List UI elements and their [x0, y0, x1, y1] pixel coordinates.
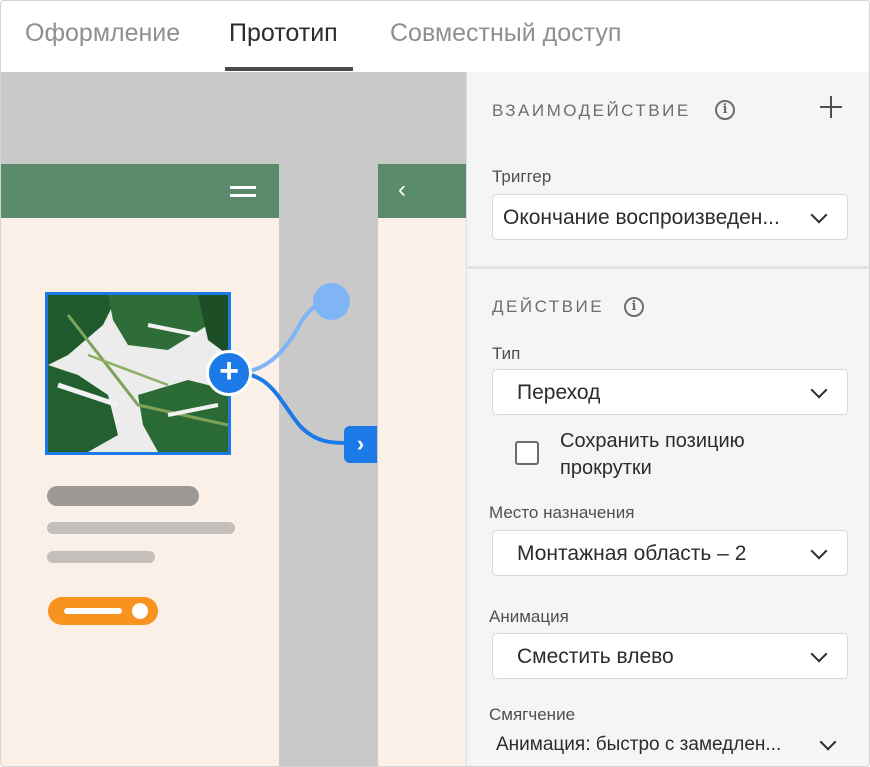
- trigger-label: Триггер: [492, 167, 552, 186]
- destination-dropdown[interactable]: Монтажная область – 2: [492, 530, 848, 576]
- easing-value: Анимация: быстро с замедлен...: [496, 734, 782, 755]
- info-icon[interactable]: i: [715, 100, 735, 120]
- chevron-down-icon: [810, 206, 828, 224]
- action-section-title: ДЕЙСТВИЕ: [492, 297, 605, 316]
- add-icon[interactable]: [820, 96, 842, 118]
- tab-prototype[interactable]: Прототип: [229, 19, 338, 48]
- app-window: Оформление Прототип Совместный доступ ‹: [0, 0, 870, 767]
- mode-tabs: Оформление Прототип Совместный доступ: [1, 1, 869, 72]
- animation-label: Анимация: [489, 607, 569, 626]
- design-canvas[interactable]: ‹ + ›: [1, 72, 466, 766]
- trigger-value: Окончание воспроизведен...: [503, 206, 780, 229]
- section-divider: [467, 266, 869, 269]
- interaction-wires: [238, 300, 347, 445]
- type-dropdown[interactable]: Переход: [492, 369, 848, 415]
- animation-dropdown[interactable]: Сместить влево: [492, 633, 848, 679]
- wire-endpoint-dot[interactable]: [313, 283, 350, 320]
- destination-arrow-icon[interactable]: ›: [344, 426, 377, 463]
- tab-design[interactable]: Оформление: [25, 19, 180, 48]
- info-icon[interactable]: i: [624, 297, 644, 317]
- animation-value: Сместить влево: [517, 645, 674, 668]
- light-wire: [238, 300, 330, 374]
- type-label: Тип: [492, 344, 521, 363]
- type-value: Переход: [517, 381, 601, 404]
- preserve-scroll-checkbox[interactable]: [515, 441, 539, 465]
- easing-label: Смягчение: [489, 705, 576, 724]
- interaction-section-title: ВЗАИМОДЕЙСТВИЕ: [492, 101, 691, 120]
- properties-panel: ВЗАИМОДЕЙСТВИЕ i Триггер Окончание воспр…: [466, 72, 869, 766]
- tab-share[interactable]: Совместный доступ: [390, 19, 621, 48]
- add-interaction-handle[interactable]: +: [206, 350, 252, 396]
- active-tab-indicator: [225, 67, 353, 71]
- chevron-down-icon: [819, 733, 837, 751]
- easing-dropdown[interactable]: Анимация: быстро с замедлен...: [492, 728, 848, 766]
- chevron-down-icon: [810, 645, 828, 663]
- chevron-down-icon: [810, 542, 828, 560]
- active-wire: [238, 371, 347, 445]
- destination-label: Место назначения: [489, 503, 635, 522]
- trigger-dropdown[interactable]: Окончание воспроизведен...: [492, 194, 848, 240]
- preserve-scroll-label[interactable]: Сохранить позицию прокрутки: [560, 428, 820, 482]
- chevron-down-icon: [810, 381, 828, 399]
- destination-value: Монтажная область – 2: [517, 542, 747, 565]
